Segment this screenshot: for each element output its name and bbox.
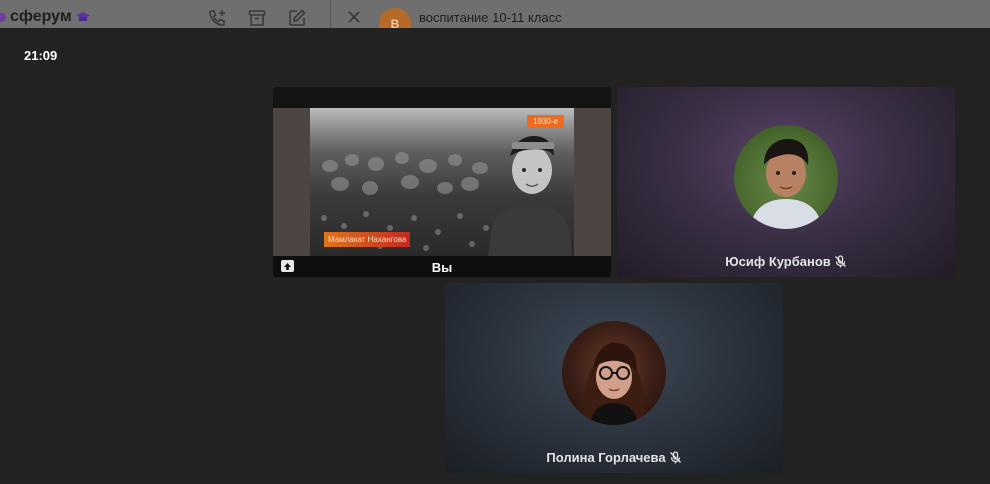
year-badge: 1930-е <box>527 115 564 128</box>
graduation-cap-icon <box>75 12 90 21</box>
header-divider <box>330 0 331 28</box>
brand-dot-icon <box>0 12 6 22</box>
brand-name: сферум <box>10 8 72 25</box>
participant-tile-polina[interactable]: Полина Горлачева <box>445 283 783 473</box>
participant-name-text: Юсиф Курбанов <box>725 254 831 269</box>
participant-tile-yusif[interactable]: Юсиф Курбанов <box>617 87 955 277</box>
chat-avatar[interactable]: В <box>379 8 411 28</box>
call-add-icon[interactable] <box>207 8 227 28</box>
self-label: Вы <box>431 260 453 275</box>
avatar <box>734 125 838 229</box>
participant-name: Юсиф Курбанов <box>617 254 955 269</box>
self-tile-footer: Вы <box>273 256 611 277</box>
chat-title[interactable]: воспитание 10-11 класс <box>419 10 562 25</box>
shared-photo: 1930-е Мамлакат Нахангова <box>310 108 574 256</box>
mic-off-icon <box>834 255 846 268</box>
archive-icon[interactable] <box>247 8 267 28</box>
mic-off-icon <box>669 451 681 464</box>
close-icon[interactable] <box>346 9 362 25</box>
participant-name: Полина Горлачева <box>445 450 783 465</box>
messenger-header: сферум В воспитание 10-11 класс <box>0 0 990 28</box>
call-window: 21:09 1930-е Мамлакат Нахангова Вы Юсиф … <box>0 28 990 484</box>
compose-icon[interactable] <box>287 8 307 28</box>
avatar <box>562 321 666 425</box>
screen-share-view: 1930-е Мамлакат Нахангова <box>273 108 611 256</box>
name-caption: Мамлакат Нахангова <box>324 232 411 247</box>
participant-name-text: Полина Горлачева <box>546 450 666 465</box>
self-video-tile[interactable]: 1930-е Мамлакат Нахангова Вы <box>273 87 611 277</box>
call-timer: 21:09 <box>24 48 58 63</box>
brand-logo[interactable]: сферум <box>0 8 90 26</box>
